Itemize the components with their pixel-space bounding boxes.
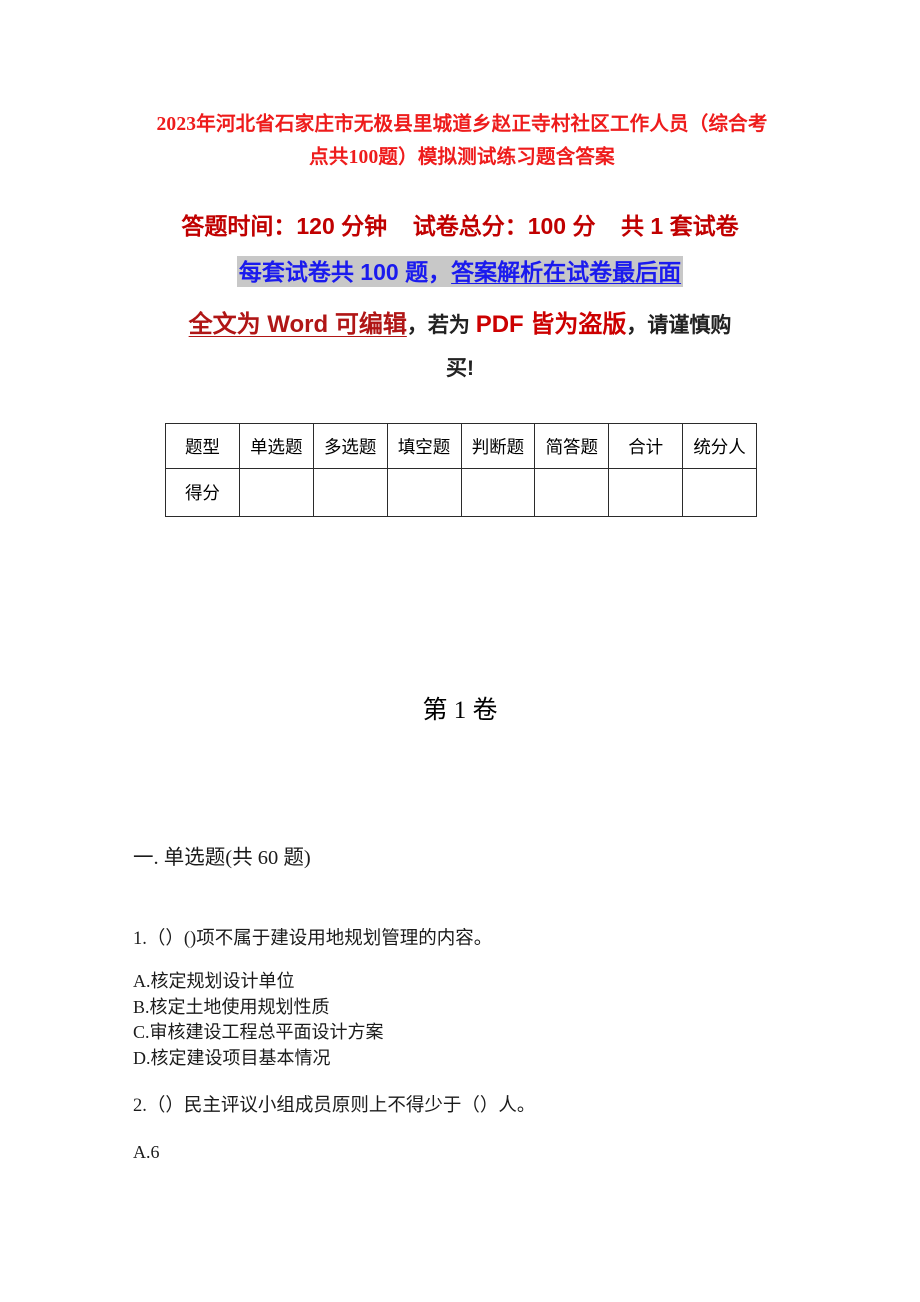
table-header-row: 题型 单选题 多选题 填空题 判断题 简答题 合计 统分人 [165, 423, 757, 469]
format-warning-line: 全文为 Word 可编辑，若为 PDF 皆为盗版，请谨慎购 [110, 303, 810, 348]
question-stem: 2.（）民主评议小组成员原则上不得少于（）人。 [133, 1096, 536, 1116]
question-stem: 1.（）()项不属于建设用地规划管理的内容。 [133, 929, 493, 949]
question-options: A.核定规划设计单位 B.核定土地使用规划性质 C.审核建设工程总平面设计方案 … [133, 969, 833, 1071]
question-count-text: 每套试卷共 100 题， [238, 259, 452, 285]
table-header-cell: 多选题 [312, 423, 388, 469]
score-table-container: 题型 单选题 多选题 填空题 判断题 简答题 合计 统分人 得分 [165, 423, 757, 517]
section-heading-single-choice: 一. 单选题(共 60 题) [133, 847, 311, 869]
exam-document-page: 2023年河北省石家庄市无极县里城道乡赵正寺村社区工作人员（综合考点共100题）… [0, 0, 920, 1302]
score-cell[interactable] [238, 468, 314, 517]
question-item: 1.（）()项不属于建设用地规划管理的内容。 A.核定规划设计单位 B.核定土地… [133, 925, 833, 1071]
word-editable-text: 全文为 Word 可编辑 [188, 311, 407, 338]
option-c[interactable]: C.审核建设工程总平面设计方案 [133, 1020, 833, 1046]
table-header-cell: 简答题 [534, 423, 610, 469]
volume-heading: 第 1 卷 [422, 697, 498, 724]
option-a[interactable]: A.核定规划设计单位 [133, 969, 833, 995]
option-a[interactable]: A.6 [133, 1140, 833, 1166]
table-header-cell: 填空题 [386, 423, 462, 469]
exam-info-banner: 答题时间：120 分钟 试卷总分：100 分 共 1 套试卷 每套试卷共 100… [110, 205, 810, 390]
purchase-caution-continuation: 买! [446, 357, 474, 380]
option-b[interactable]: B.核定土地使用规划性质 [133, 995, 833, 1021]
table-row: 得分 [165, 468, 757, 517]
table-header-cell: 题型 [165, 423, 240, 469]
row-label-cell: 得分 [165, 468, 240, 517]
answer-location-link-text: 答案解析在试卷最后面 [451, 259, 682, 285]
score-cell[interactable] [608, 468, 684, 517]
table-header-cell: 判断题 [460, 423, 536, 469]
answer-location-line: 每套试卷共 100 题，答案解析在试卷最后面 [110, 249, 810, 299]
page-title: 2023年河北省石家庄市无极县里城道乡赵正寺村社区工作人员（综合考点共100题）… [156, 114, 768, 168]
score-cell[interactable] [534, 468, 610, 517]
score-cell[interactable] [312, 468, 388, 517]
score-table: 题型 单选题 多选题 填空题 判断题 简答题 合计 统分人 得分 [165, 423, 757, 517]
pdf-piracy-text: PDF 皆为盗版 [475, 311, 627, 338]
score-cell[interactable] [682, 468, 757, 517]
warning-connector-text: ，若为 [406, 314, 476, 337]
score-cell[interactable] [386, 468, 462, 517]
purchase-caution-text: ，请谨慎购 [626, 314, 732, 337]
question-options: A.6 [133, 1140, 833, 1166]
table-header-cell: 合计 [608, 423, 684, 469]
question-item: 2.（）民主评议小组成员原则上不得少于（）人。 A.6 [133, 1092, 833, 1166]
option-d[interactable]: D.核定建设项目基本情况 [133, 1046, 833, 1072]
table-header-cell: 统分人 [682, 423, 757, 469]
table-header-cell: 单选题 [238, 423, 314, 469]
exam-time-and-score-line: 答题时间：120 分钟 试卷总分：100 分 共 1 套试卷 [181, 213, 739, 239]
score-cell[interactable] [460, 468, 536, 517]
answer-location-highlight: 每套试卷共 100 题，答案解析在试卷最后面 [236, 256, 684, 287]
